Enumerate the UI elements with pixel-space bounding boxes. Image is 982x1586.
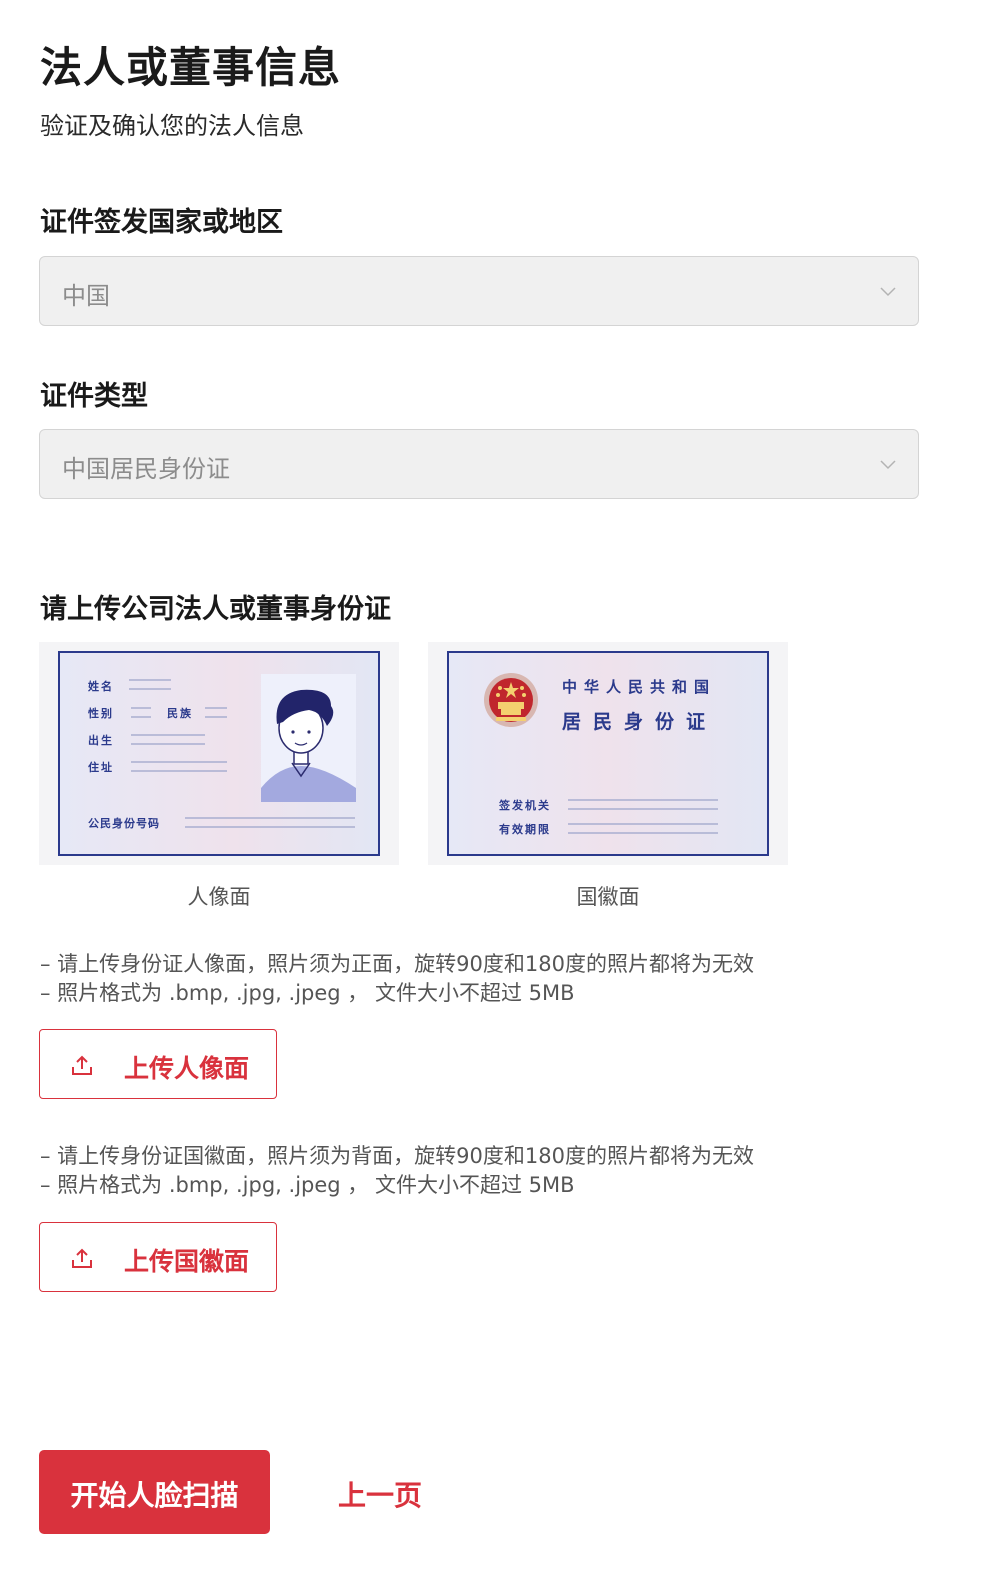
page-title: 法人或董事信息 — [40, 43, 342, 92]
upload-front-label: 上传人像面 — [124, 1054, 250, 1083]
note-line: – 照片格式为 .bmp, .jpg, .jpeg ， 文件大小不超过 5MB — [40, 981, 575, 1005]
front-field-gender: 性别 — [88, 706, 114, 720]
national-emblem-icon — [484, 673, 538, 727]
id-card-front-illustration: 姓名 性别 民族 出生 住址 公民身份号码 — [39, 642, 399, 865]
upload-back-label: 上传国徽面 — [124, 1247, 250, 1276]
front-field-birth: 出生 — [88, 733, 114, 747]
start-face-scan-label: 开始人脸扫描 — [70, 1479, 239, 1512]
page-subtitle: 验证及确认您的法人信息 — [40, 112, 304, 140]
back-card-title-line2: 居民身份证 — [562, 710, 717, 733]
back-card-caption: 国徽面 — [576, 885, 640, 909]
front-upload-notes: – 请上传身份证人像面，照片须为正面，旋转90度和180度的照片都将为无效 – … — [40, 950, 754, 1008]
back-upload-notes: – 请上传身份证国徽面，照片须为背面，旋转90度和180度的照片都将为无效 – … — [40, 1142, 754, 1200]
chevron-down-icon — [880, 460, 896, 470]
id-type-select-value: 中国居民身份证 — [62, 455, 230, 483]
upload-heading: 请上传公司法人或董事身份证 — [40, 594, 391, 625]
country-label: 证件签发国家或地区 — [40, 207, 283, 238]
note-line: – 请上传身份证人像面，照片须为正面，旋转90度和180度的照片都将为无效 — [40, 952, 754, 976]
back-card-title-line1: 中华人民共和国 — [562, 678, 716, 696]
note-line: – 照片格式为 .bmp, .jpg, .jpeg ， 文件大小不超过 5MB — [40, 1173, 575, 1197]
back-field-validity: 有效期限 — [499, 822, 551, 836]
note-line: – 请上传身份证国徽面，照片须为背面，旋转90度和180度的照片都将为无效 — [40, 1144, 754, 1168]
id-type-select[interactable]: 中国居民身份证 — [39, 429, 919, 499]
back-field-authority: 签发机关 — [498, 798, 551, 812]
front-field-ethnicity: 民族 — [167, 706, 193, 720]
upload-icon — [72, 1248, 92, 1268]
id-type-label: 证件类型 — [40, 381, 148, 412]
upload-front-button[interactable]: 上传人像面 — [39, 1029, 277, 1099]
front-field-id-number: 公民身份号码 — [88, 816, 160, 830]
previous-page-link[interactable]: 上一页 — [338, 1474, 422, 1514]
upload-icon — [72, 1055, 92, 1075]
front-card-caption: 人像面 — [187, 885, 251, 909]
front-field-address: 住址 — [88, 760, 114, 774]
country-select[interactable]: 中国 — [39, 256, 919, 326]
country-select-value: 中国 — [62, 282, 110, 310]
upload-back-button[interactable]: 上传国徽面 — [39, 1222, 277, 1292]
start-face-scan-button[interactable]: 开始人脸扫描 — [39, 1450, 270, 1534]
front-field-name: 姓名 — [88, 679, 114, 693]
id-card-back-illustration: 中华人民共和国 居民身份证 签发机关 有效期限 — [428, 642, 788, 865]
chevron-down-icon — [880, 287, 896, 297]
